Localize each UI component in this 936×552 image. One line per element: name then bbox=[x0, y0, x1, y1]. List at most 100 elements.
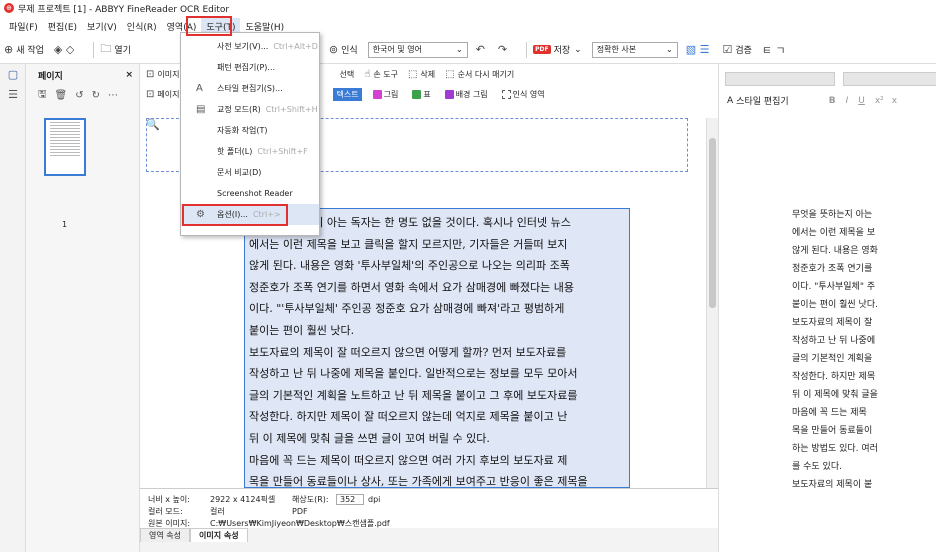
area-picture-tool[interactable]: 그림 bbox=[370, 88, 402, 101]
area-bg-tool[interactable]: 배경 그림 bbox=[442, 88, 491, 101]
table-area-icon bbox=[412, 89, 422, 99]
style-editor-icon: A bbox=[727, 95, 734, 106]
menu-item-label: 패턴 편집기(P)... bbox=[217, 63, 276, 72]
close-icon[interactable]: × bbox=[125, 70, 133, 80]
menu-view[interactable]: 보기(V) bbox=[82, 18, 122, 35]
text-line: 보도자료의 제목이 잘 bbox=[792, 318, 873, 328]
highlight-tools-menu bbox=[186, 16, 232, 36]
area-picture-label: 그림 bbox=[383, 89, 399, 99]
resolution-label: 해상도(R): bbox=[292, 494, 329, 504]
resolution-input[interactable]: 352 bbox=[336, 493, 364, 505]
extra-button[interactable]: ㅌ ㄱ bbox=[762, 42, 789, 58]
chevron-down-icon: ⌄ bbox=[455, 45, 463, 54]
hand-icon: ☝ bbox=[364, 68, 371, 80]
delete-page-icon[interactable]: 🗑 bbox=[55, 90, 68, 101]
text-line: 뒤 이 제목에 맞춰 글을 bbox=[792, 390, 878, 400]
delete-area-icon: ⬚ bbox=[407, 68, 418, 80]
select-tool[interactable]: 선택 bbox=[339, 69, 354, 80]
underline-button[interactable]: U bbox=[858, 96, 865, 106]
text-line: 작성한다. 하지만 제목 bbox=[792, 372, 876, 382]
new-task-button[interactable]: ⊕ 새 작업 bbox=[4, 43, 44, 56]
font-family-select[interactable] bbox=[843, 72, 936, 86]
superscript-button[interactable]: x² bbox=[875, 96, 884, 106]
delete-tool-label: 삭제 bbox=[420, 69, 436, 79]
plus-circle-icon: ⊕ bbox=[4, 43, 14, 56]
scan-button[interactable]: ⊚ 인식 bbox=[329, 43, 358, 56]
left-rail: ▢ ☰ bbox=[0, 64, 26, 552]
more-icon[interactable]: ⋯ bbox=[108, 90, 118, 101]
image-scrollbar[interactable] bbox=[706, 118, 718, 488]
layers-button[interactable]: ◈ ◇ bbox=[54, 43, 77, 56]
text-line: 보도자료의 제목이 붙 bbox=[792, 480, 873, 490]
menu-item-label: 스타일 편집기(S)... bbox=[217, 84, 283, 93]
language-select[interactable]: 한국어 및 영어 ⌄ bbox=[367, 41, 468, 58]
menu-item-verification-mode[interactable]: ▤ 교정 모드(R) Ctrl+Shift+H bbox=[181, 99, 319, 120]
recog-area-icon bbox=[501, 89, 511, 99]
image-tab[interactable]: ⊡ 이미지 bbox=[146, 69, 179, 80]
recognize-label: 인식 bbox=[341, 46, 358, 56]
text-area-block[interactable]: 무엇을 뜻하는지 아는 독자는 한 명도 없을 것이다. 혹시나 인터넷 뉴스 … bbox=[244, 208, 630, 488]
redo-button[interactable]: ↷ bbox=[498, 43, 510, 56]
page-thumbnail[interactable] bbox=[44, 118, 86, 176]
menu-item-compare-documents[interactable]: 문서 비교(D) bbox=[181, 162, 319, 183]
color-mode-label: 컬러 모드: bbox=[148, 506, 183, 516]
rotate-left-icon[interactable]: ↺ bbox=[75, 90, 83, 101]
reorder-tool-label: 순서 다시 매기기 bbox=[457, 69, 515, 79]
page-number: 1 bbox=[62, 220, 68, 229]
area-recog-tool[interactable]: 인식 영역 bbox=[499, 88, 548, 101]
page-tab[interactable]: ⊡ 페이지 bbox=[146, 89, 179, 100]
list-view-icon[interactable]: ☰ bbox=[0, 84, 26, 104]
menu-item-shortcut: Ctrl+Alt+D bbox=[273, 42, 318, 51]
separator bbox=[526, 41, 528, 58]
menu-item-pattern-editor[interactable]: 패턴 편집기(P)... bbox=[181, 57, 319, 78]
menu-item-dictionaries[interactable]: 사전 보기(V)... Ctrl+Alt+D bbox=[181, 36, 319, 57]
window-title: 무제 프로젝트 [1] - ABBYY FineReader OCR Edito… bbox=[18, 4, 230, 15]
verify-button[interactable]: ☑ 검증 bbox=[722, 43, 751, 56]
menu-item-hot-folder[interactable]: 핫 폴더(L) Ctrl+Shift+F bbox=[181, 141, 319, 162]
scroll-thumb[interactable] bbox=[709, 138, 716, 308]
doc-line: 붙이는 편이 훨씬 낫다. bbox=[249, 323, 355, 337]
area-text-tool[interactable]: 텍스트 bbox=[333, 87, 362, 101]
reorder-tool[interactable]: ⬚ 순서 다시 매기기 bbox=[445, 69, 514, 80]
tab-image-properties[interactable]: 이미지 속성 bbox=[189, 528, 248, 542]
doc-line: 마음에 꼭 드는 제목이 떠오르지 않으면 여러 가지 후보의 보도자료 제 bbox=[249, 453, 568, 467]
save-button[interactable]: PDF 저장 ⌄ bbox=[533, 43, 582, 56]
tab-area-properties[interactable]: 영역 속성 bbox=[140, 528, 190, 542]
area-recog-label: 인식 영역 bbox=[512, 89, 545, 99]
rotate-right-icon[interactable]: ↻ bbox=[92, 90, 100, 101]
doc-line: 보도자료의 제목이 잘 떠오르지 않으면 어떻게 할까? 먼저 보도자료를 bbox=[249, 345, 567, 359]
save-label: 저장 bbox=[553, 46, 571, 56]
undo-button[interactable]: ↶ bbox=[476, 43, 488, 56]
doc-line: 에서는 이런 제목을 보고 클릭을 할지 모르지만, 기자들은 거들떠 보지 bbox=[249, 237, 568, 251]
subscript-button[interactable]: x bbox=[892, 96, 897, 106]
page-pane-tools: 🖫 🗑 ↺ ↻ ⋯ bbox=[26, 86, 139, 104]
layout-button[interactable]: ▧ ☰ bbox=[686, 43, 713, 56]
text-line: 붙이는 편이 훨씬 낫다. bbox=[792, 300, 878, 310]
bold-button[interactable]: B bbox=[829, 96, 836, 106]
save-page-icon[interactable]: 🖫 bbox=[38, 87, 47, 104]
recognized-text[interactable]: 무엇을 뜻하는지 아는 에서는 이런 제목을 보 않게 된다. 내용은 영화 정… bbox=[792, 206, 936, 494]
text-line: 이다. "투사부일체" 주 bbox=[792, 282, 876, 292]
menu-edit[interactable]: 편집(E) bbox=[43, 18, 82, 35]
open-button[interactable]: 🗀 열기 bbox=[100, 40, 131, 59]
menu-recognize[interactable]: 인식(R) bbox=[122, 18, 162, 35]
delete-tool[interactable]: ⬚ 삭제 bbox=[408, 69, 435, 80]
zoom-icon[interactable]: 🔍 bbox=[146, 118, 160, 131]
save-format-select[interactable]: 정확한 사본 ⌄ bbox=[591, 41, 678, 58]
menu-item-style-editor[interactable]: A 스타일 편집기(S)... bbox=[181, 78, 319, 99]
area-table-tool[interactable]: 표 bbox=[409, 88, 433, 101]
hand-tool[interactable]: ☝ 손 도구 bbox=[364, 69, 398, 80]
menu-item-automation[interactable]: 자동화 작업(T) bbox=[181, 120, 319, 141]
menu-item-screenshot-reader[interactable]: Screenshot Reader bbox=[181, 183, 319, 204]
image-icon: ⊡ bbox=[146, 68, 155, 80]
italic-button[interactable]: I bbox=[846, 96, 849, 106]
menu-file[interactable]: 파일(F) bbox=[4, 18, 43, 35]
verify-label: 검증 bbox=[735, 46, 752, 56]
property-tabs: 영역 속성 이미지 속성 bbox=[140, 528, 718, 542]
font-style-select[interactable] bbox=[725, 72, 835, 86]
pages-view-icon[interactable]: ▢ bbox=[0, 64, 26, 84]
text-line: 마음에 꼭 드는 제목 bbox=[792, 408, 867, 418]
text-line: 무엇을 뜻하는지 아는 bbox=[792, 210, 873, 220]
style-editor-button[interactable]: 스타일 편집기 bbox=[736, 94, 789, 107]
resolution-unit: dpi bbox=[368, 494, 381, 504]
